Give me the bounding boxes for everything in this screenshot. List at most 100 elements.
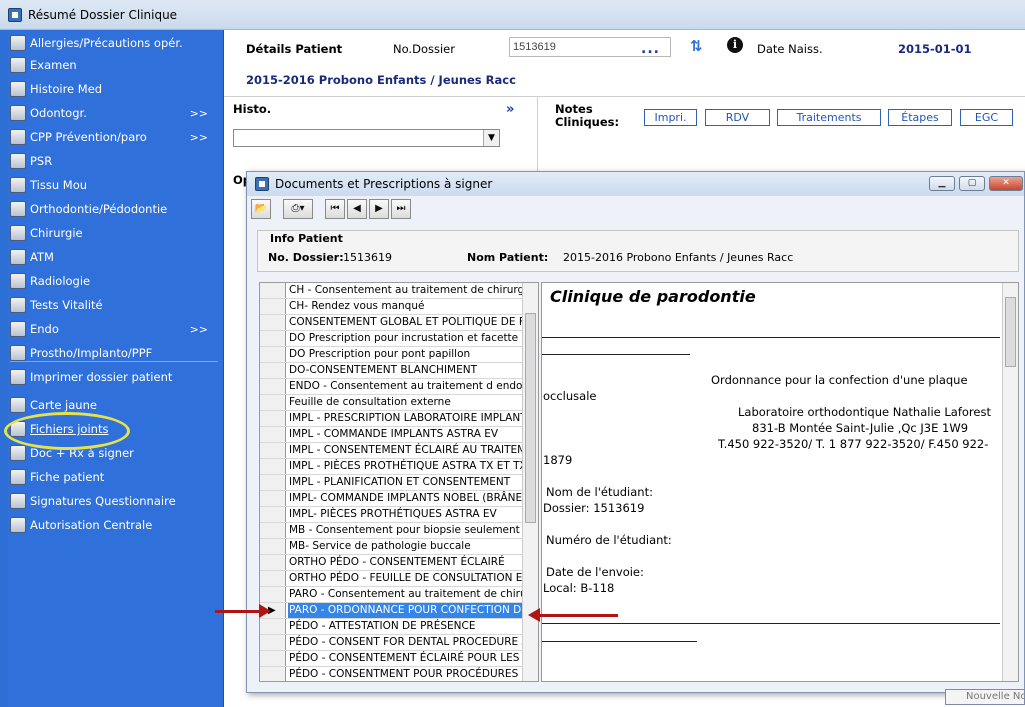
document-name-cell[interactable]: CH - Consentement au traitement de chiru… (288, 283, 522, 298)
row-selector[interactable] (260, 459, 286, 474)
sidebar-item-endo[interactable]: Endo >> (10, 318, 220, 340)
last-record-icon[interactable]: ⏭ (391, 199, 411, 219)
sidebar-item-psr[interactable]: PSR (10, 150, 220, 172)
sidebar-item-chirurgie[interactable]: Chirurgie (10, 222, 220, 244)
maximize-button[interactable]: ▢ (959, 176, 985, 191)
steps-button[interactable]: Étapes (888, 109, 952, 126)
sidebar-item-odontogr[interactable]: Odontogr. >> (10, 102, 220, 124)
sidebar-item-cpp-pr-vention-paro[interactable]: CPP Prévention/paro >> (10, 126, 220, 148)
sidebar-item-signatures-questionnaire[interactable]: Signatures Questionnaire (10, 490, 220, 512)
table-row[interactable]: IMPL - PRESCRIPTION LABORATOIRE IMPLANTO (260, 411, 522, 427)
row-selector[interactable] (260, 331, 286, 346)
next-record-icon[interactable]: ▶ (369, 199, 389, 219)
document-name-cell[interactable]: CONSENTEMENT GLOBAL ET POLITIQUE DE FAC (288, 315, 522, 330)
table-row[interactable]: CH - Consentement au traitement de chiru… (260, 283, 522, 299)
table-row[interactable]: ORTHO PÉDO - CONSENTEMENT ÉCLAIRÉ (260, 555, 522, 571)
browse-dossier-button[interactable]: ... (641, 41, 660, 57)
document-name-cell[interactable]: PARO - ORDONNANCE POUR CONFECTION DUN (288, 603, 522, 618)
document-name-cell[interactable]: DO-CONSENTEMENT BLANCHIMENT (288, 363, 522, 378)
rdv-button[interactable]: RDV (705, 109, 770, 126)
table-row[interactable]: ENDO - Consentement au traitement d endo… (260, 379, 522, 395)
document-name-cell[interactable]: PÉDO - CONSENTMENT POUR PROCÉDURES DEN (288, 667, 522, 681)
row-selector[interactable] (260, 395, 286, 410)
row-selector[interactable] (260, 619, 286, 634)
expand-arrow-icon[interactable]: >> (190, 323, 208, 336)
info-icon[interactable]: i (727, 37, 743, 53)
sidebar-item-atm[interactable]: ATM (10, 246, 220, 268)
egc-button[interactable]: EGC (960, 109, 1013, 126)
row-selector[interactable] (260, 379, 286, 394)
row-selector[interactable] (260, 555, 286, 570)
expand-arrow-icon[interactable]: >> (190, 131, 208, 144)
preview-scrollbar[interactable] (1002, 283, 1018, 681)
table-row[interactable]: ORTHO PÉDO - FEUILLE DE CONSULTATION EXT (260, 571, 522, 587)
table-row[interactable]: DO-CONSENTEMENT BLANCHIMENT (260, 363, 522, 379)
table-row[interactable]: PÉDO - CONSENTMENT POUR PROCÉDURES DEN (260, 667, 522, 681)
print-button[interactable]: Impri. (644, 109, 697, 126)
table-row[interactable]: DO Prescription pour pont papillon (260, 347, 522, 363)
expand-arrow-icon[interactable]: >> (190, 107, 208, 120)
document-name-cell[interactable]: IMPL - PRESCRIPTION LABORATOIRE IMPLANTO (288, 411, 522, 426)
document-name-cell[interactable]: IMPL - PIÈCES PROTHÉTIQUE ASTRA TX ET TX… (288, 459, 522, 474)
row-selector[interactable] (260, 315, 286, 330)
document-name-cell[interactable]: MB - Consentement pour biopsie seulement (288, 523, 522, 538)
treatments-button[interactable]: Traitements (777, 109, 881, 126)
row-selector[interactable] (260, 443, 286, 458)
row-selector[interactable] (260, 539, 286, 554)
table-row[interactable]: PÉDO - ATTESTATION DE PRÉSENCE (260, 619, 522, 635)
sidebar-item-examen[interactable]: Examen (10, 54, 220, 76)
table-row[interactable]: PARO - ORDONNANCE POUR CONFECTION DUN (260, 603, 522, 619)
document-name-cell[interactable]: DO Prescription pour incrustation et fac… (288, 331, 522, 346)
table-row[interactable]: IMPL- COMMANDE IMPLANTS NOBEL (BRÂNEMAR (260, 491, 522, 507)
row-selector[interactable] (260, 299, 286, 314)
row-selector[interactable] (260, 363, 286, 378)
row-selector[interactable] (260, 491, 286, 506)
table-row[interactable]: IMPL - PLANIFICATION ET CONSENTEMENT (260, 475, 522, 491)
table-row[interactable]: PÉDO - CONSENT FOR DENTAL PROCEDURE AND (260, 635, 522, 651)
document-name-cell[interactable]: Feuille de consultation externe (288, 395, 522, 410)
document-name-cell[interactable]: ENDO - Consentement au traitement d endo… (288, 379, 522, 394)
document-name-cell[interactable]: DO Prescription pour pont papillon (288, 347, 522, 362)
sidebar-item-histoire-med[interactable]: Histoire Med (10, 78, 220, 100)
document-name-cell[interactable]: IMPL - CONSENTEMENT ÉCLAIRÉ AU TRAITEMEN (288, 443, 522, 458)
open-folder-icon[interactable]: 📂 (251, 199, 271, 219)
row-selector[interactable] (260, 347, 286, 362)
row-selector[interactable] (260, 667, 286, 681)
refresh-icon[interactable]: ⇅ (690, 37, 703, 55)
document-name-cell[interactable]: MB- Service de pathologie buccale (288, 539, 522, 554)
previous-record-icon[interactable]: ◀ (347, 199, 367, 219)
document-name-cell[interactable]: IMPL - COMMANDE IMPLANTS ASTRA EV (288, 427, 522, 442)
row-selector[interactable] (260, 635, 286, 650)
sidebar-item-orthodontie-p-dodontie[interactable]: Orthodontie/Pédodontie (10, 198, 220, 220)
row-selector[interactable] (260, 411, 286, 426)
printer-dropdown-icon[interactable]: ⎙▾ (283, 199, 313, 219)
document-name-cell[interactable]: CH- Rendez vous manqué (288, 299, 522, 314)
first-record-icon[interactable]: ⏮ (325, 199, 345, 219)
histo-select[interactable]: ▼ (233, 129, 500, 147)
row-selector[interactable] (260, 475, 286, 490)
table-row[interactable]: IMPL- PIÈCES PROTHÉTIQUES ASTRA EV (260, 507, 522, 523)
document-name-cell[interactable]: PÉDO - CONSENTEMENT ÉCLAIRÉ POUR LES TEC (288, 651, 522, 666)
histo-expand-icon[interactable]: » (506, 102, 514, 117)
table-row[interactable]: PÉDO - CONSENTEMENT ÉCLAIRÉ POUR LES TEC (260, 651, 522, 667)
document-name-cell[interactable]: PARO - Consentement au traitement de chi… (288, 587, 522, 602)
document-name-cell[interactable]: IMPL- COMMANDE IMPLANTS NOBEL (BRÂNEMAR (288, 491, 522, 506)
row-selector[interactable] (260, 523, 286, 538)
row-selector[interactable] (260, 507, 286, 522)
new-note-button[interactable]: Nouvelle Nc (945, 689, 1025, 705)
sidebar-item-tests-vitalit[interactable]: Tests Vitalité (10, 294, 220, 316)
row-selector[interactable] (260, 283, 286, 298)
documents-grid[interactable]: CH - Consentement au traitement de chiru… (259, 282, 539, 682)
sidebar-item-imprimer-dossier-patient[interactable]: Imprimer dossier patient (10, 366, 220, 388)
document-name-cell[interactable]: ORTHO PÉDO - CONSENTEMENT ÉCLAIRÉ (288, 555, 522, 570)
document-name-cell[interactable]: PÉDO - ATTESTATION DE PRÉSENCE (288, 619, 522, 634)
table-row[interactable]: PARO - Consentement au traitement de chi… (260, 587, 522, 603)
sidebar-item-fiche-patient[interactable]: Fiche patient (10, 466, 220, 488)
minimize-button[interactable]: ▁ (929, 176, 955, 191)
close-button[interactable]: ✕ (989, 176, 1023, 191)
table-row[interactable]: IMPL - CONSENTEMENT ÉCLAIRÉ AU TRAITEMEN (260, 443, 522, 459)
table-row[interactable]: IMPL - COMMANDE IMPLANTS ASTRA EV (260, 427, 522, 443)
table-row[interactable]: MB- Service de pathologie buccale (260, 539, 522, 555)
row-selector[interactable] (260, 427, 286, 442)
document-name-cell[interactable]: IMPL- PIÈCES PROTHÉTIQUES ASTRA EV (288, 507, 522, 522)
